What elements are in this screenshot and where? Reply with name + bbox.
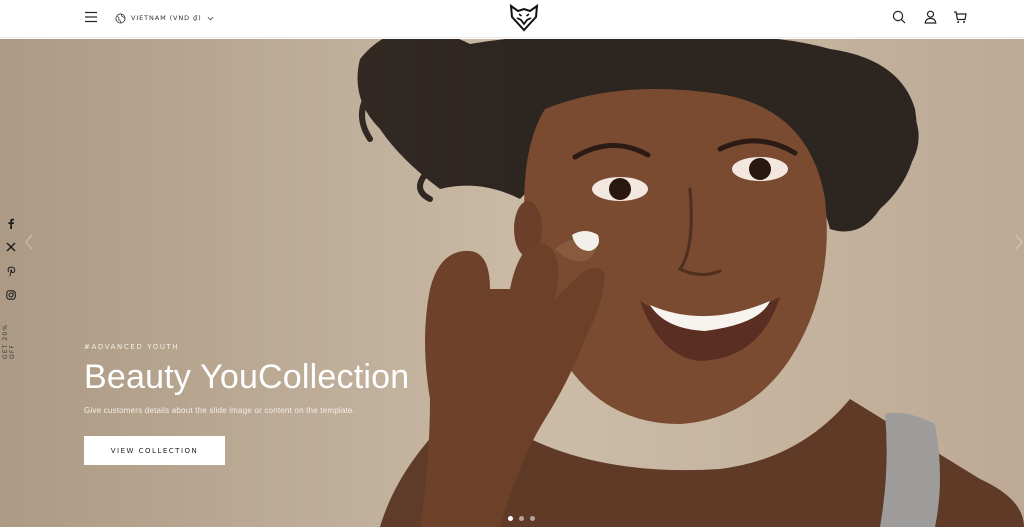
menu-button[interactable] [82,8,100,26]
view-collection-button[interactable]: VIEW COLLECTION [84,436,225,465]
fox-logo-icon [509,3,539,32]
locale-label: VIETNAM (VND ₫) [131,14,202,22]
promo-tab[interactable]: GET 20% OFF [2,311,16,359]
cart-button[interactable] [952,9,968,25]
search-button[interactable] [891,9,907,25]
hero-content: #ADVANCED YOUTH Beauty YouCollection Giv… [84,343,504,415]
facebook-icon [8,218,14,229]
search-icon [892,10,906,24]
instagram-icon [6,290,16,300]
facebook-link[interactable] [3,215,19,231]
slide-dot-2[interactable] [519,516,524,521]
instagram-link[interactable] [3,287,19,303]
hero-eyebrow: #ADVANCED YOUTH [84,343,180,351]
social-sidebar [0,215,22,303]
chevron-down-icon [206,16,214,20]
cart-icon [954,11,967,23]
slide-dot-3[interactable] [530,516,535,521]
x-link[interactable] [3,239,19,255]
slide-dot-1[interactable] [508,516,513,521]
globe-icon [115,13,126,23]
menu-icon [85,11,97,23]
hero-text-shade [0,39,520,527]
x-icon [6,242,16,252]
locale-selector[interactable]: VIETNAM (VND ₫) [115,10,214,26]
pinterest-link[interactable] [3,263,19,279]
slide-pagination [508,516,535,521]
store-logo[interactable] [508,3,540,33]
account-button[interactable] [922,9,938,25]
account-icon [924,10,936,24]
next-slide-arrow-icon[interactable] [1014,234,1024,250]
site-header: VIETNAM (VND ₫) [0,0,1024,38]
hero-slideshow: GET 20% OFF #ADVANCED YOUTH Beauty YouCo… [0,39,1024,527]
hero-title: Beauty YouCollection [84,358,410,396]
pinterest-icon [7,266,15,276]
previous-slide-arrow-icon[interactable] [24,234,34,250]
hero-description: Give customers details about the slide i… [84,406,355,415]
